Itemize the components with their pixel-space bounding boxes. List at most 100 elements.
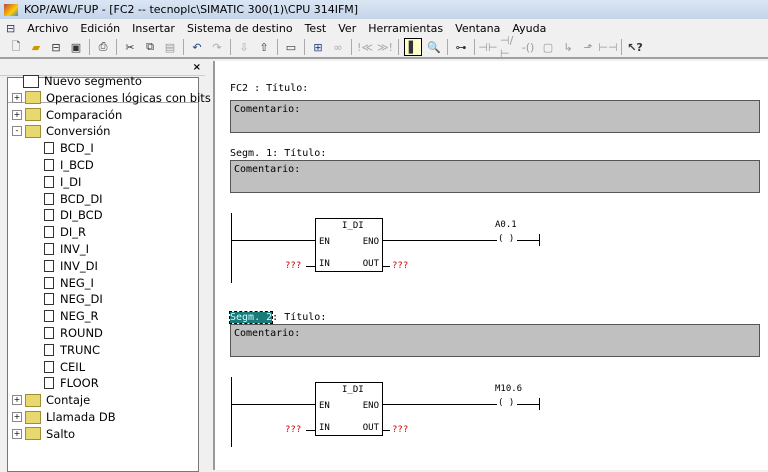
out-operand[interactable]: ??? — [392, 261, 408, 271]
tree-item[interactable]: BCD_I — [44, 140, 94, 156]
branch-close-icon[interactable]: ⬏ — [580, 39, 596, 55]
block-comment[interactable]: Comentario: — [230, 100, 760, 133]
coil[interactable]: ( ) — [498, 398, 515, 408]
block-title: FC2 : Título: — [230, 83, 309, 94]
print-icon[interactable]: ⎙ — [95, 39, 111, 55]
accessible-nodes-icon[interactable]: ⊟ — [48, 39, 64, 55]
tree-item[interactable]: I_DI — [44, 174, 81, 190]
conversion-box[interactable]: I_DI EN ENO IN OUT — [315, 218, 383, 272]
tree-item[interactable]: + Comparación — [12, 107, 122, 123]
save-icon[interactable]: ▣ — [68, 39, 84, 55]
menu-8[interactable]: Ayuda — [506, 22, 552, 35]
expand-toggle[interactable]: + — [12, 109, 22, 120]
no-contact-icon[interactable]: ⊣⊢ — [478, 39, 497, 55]
new-icon[interactable]: 🗋 — [8, 39, 24, 55]
undo-icon[interactable]: ↶ — [189, 39, 205, 55]
coil[interactable]: ( ) — [498, 234, 515, 244]
tree-item-label: Llamada DB — [46, 410, 116, 424]
skip-back-icon[interactable]: !≪ — [357, 39, 373, 55]
help-icon[interactable]: ↖? — [627, 39, 643, 55]
tree-item-label: INV_I — [60, 242, 90, 256]
tree-item[interactable]: FLOOR — [44, 375, 99, 391]
menu-icon[interactable]: ⊟ — [0, 22, 21, 35]
menu-1[interactable]: Edición — [74, 22, 126, 35]
tree-item[interactable]: NEG_R — [44, 308, 99, 324]
download-icon[interactable]: ⇩ — [236, 39, 252, 55]
tree-item-label: I_BCD — [60, 158, 94, 172]
redo-icon[interactable]: ↷ — [209, 39, 225, 55]
menu-4[interactable]: Test — [299, 22, 333, 35]
network-icon[interactable]: ⊞ — [310, 39, 326, 55]
tree-item-label: BCD_DI — [60, 191, 103, 206]
eno-pin: ENO — [362, 401, 379, 411]
paste-icon[interactable]: ▤ — [162, 39, 178, 55]
expand-toggle[interactable]: + — [12, 412, 22, 422]
program-elements-icon[interactable]: ▌ — [404, 38, 422, 56]
close-icon[interactable]: × — [193, 62, 201, 73]
tree-item[interactable]: + Contaje — [12, 392, 90, 408]
in-operand[interactable]: ??? — [285, 425, 301, 435]
tree-item[interactable]: NEG_DI — [44, 291, 103, 307]
tree-item[interactable]: Nuevo segmento — [12, 73, 142, 89]
block-icon — [44, 377, 54, 390]
branch-open-icon[interactable]: ↳ — [560, 39, 576, 55]
coil-address[interactable]: A0.1 — [495, 220, 517, 230]
tree-item[interactable]: DI_BCD — [44, 207, 103, 223]
network-label[interactable]: Segm. 2 — [228, 311, 274, 324]
folder-icon — [25, 108, 41, 122]
conversion-box[interactable]: I_DI EN ENO IN OUT — [315, 382, 383, 436]
editor: FC2 : Título: Comentario: Segm. 1: Títul… — [213, 61, 768, 470]
tree-item[interactable]: DI_R — [44, 224, 86, 240]
open-icon[interactable]: ▰ — [28, 39, 44, 55]
menu-3[interactable]: Sistema de destino — [181, 22, 299, 35]
tree-item[interactable]: INV_DI — [44, 258, 98, 274]
expand-toggle[interactable]: + — [12, 428, 22, 439]
tree-item[interactable]: CEIL — [44, 359, 85, 375]
toolbar: 🗋 ▰ ⊟ ▣ ⎙ ✂ ⧉ ▤ ↶ ↷ ⇩ ⇧ ▭ ⊞ ∞ !≪ ≫! ▌ 🔍 … — [0, 34, 768, 60]
copy-icon[interactable]: ⧉ — [142, 39, 158, 55]
in-operand[interactable]: ??? — [285, 261, 301, 271]
tree-item[interactable]: BCD_DI — [44, 191, 103, 207]
network-comment[interactable]: Comentario: — [230, 160, 760, 193]
network-comment[interactable]: Comentario: — [230, 324, 760, 357]
tree-item[interactable]: + Salto — [12, 426, 75, 442]
insert-network-icon[interactable]: ⊶ — [453, 39, 469, 55]
tree-item[interactable]: + Llamada DB — [12, 409, 116, 425]
tree-item[interactable]: INV_I — [44, 241, 89, 257]
network-header: Segm. 1: Título: — [230, 148, 326, 159]
coil-icon[interactable]: -() — [520, 39, 536, 55]
box-icon[interactable]: ▢ — [540, 39, 556, 55]
upload-icon[interactable]: ⇧ — [256, 39, 272, 55]
expand-toggle[interactable]: + — [12, 92, 22, 103]
menu-7[interactable]: Ventana — [449, 22, 506, 35]
jump-icon[interactable]: ⊢⊣ — [598, 39, 617, 55]
skip-fwd-icon[interactable]: ≫! — [377, 39, 393, 55]
tree-item[interactable]: TRUNC — [44, 342, 100, 358]
en-pin: EN — [319, 401, 330, 411]
tree-item[interactable]: I_BCD — [44, 157, 94, 173]
monitor-icon[interactable]: ∞ — [330, 39, 346, 55]
menu-0[interactable]: Archivo — [21, 22, 74, 35]
block-icon — [44, 293, 54, 306]
cut-icon[interactable]: ✂ — [122, 39, 138, 55]
tree-item[interactable]: ROUND — [44, 325, 103, 341]
menu-6[interactable]: Herramientas — [362, 22, 449, 35]
folder-icon — [25, 124, 41, 138]
expand-toggle[interactable]: - — [12, 126, 22, 137]
tree-item[interactable]: + Operaciones lógicas con bits — [12, 90, 211, 106]
overview-icon[interactable]: ▭ — [283, 39, 299, 55]
network-header: Segm. 2: Título: — [228, 311, 326, 324]
in-pin: IN — [319, 423, 330, 433]
coil-address[interactable]: M10.6 — [495, 384, 522, 394]
tree-item[interactable]: - Conversión — [12, 123, 110, 139]
menu-2[interactable]: Insertar — [126, 22, 181, 35]
expand-toggle[interactable]: + — [12, 395, 22, 406]
out-operand[interactable]: ??? — [392, 425, 408, 435]
nc-contact-icon[interactable]: ⊣/⊢ — [500, 34, 516, 60]
details-icon[interactable]: 🔍 — [426, 39, 442, 55]
tree-item[interactable]: NEG_I — [44, 275, 94, 291]
tree-item-label: NEG_DI — [60, 292, 103, 307]
network-label[interactable]: Segm. 1 — [230, 148, 272, 159]
folder-icon — [25, 410, 41, 424]
menu-5[interactable]: Ver — [332, 22, 362, 35]
